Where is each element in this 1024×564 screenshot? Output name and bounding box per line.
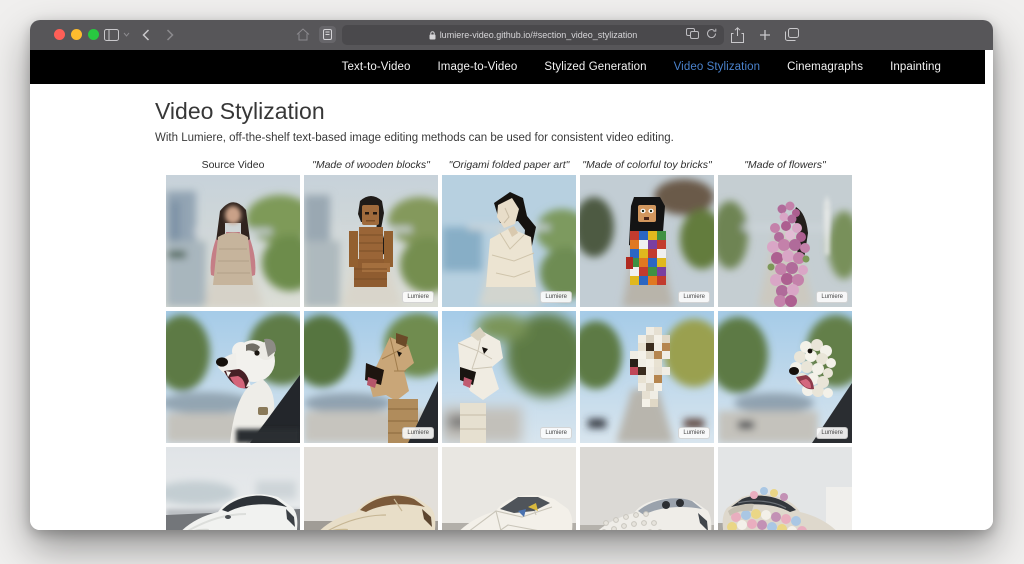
video-dog-wooden-blocks[interactable]: Lumiere <box>304 311 438 443</box>
lock-icon <box>429 31 436 40</box>
video-dog-origami[interactable]: Lumiere <box>442 311 576 443</box>
tab-overview-icon[interactable] <box>785 28 799 41</box>
reload-icon[interactable] <box>706 28 717 41</box>
column-header-origami: "Origami folded paper art" <box>442 159 576 171</box>
lumiere-watermark: Lumiere <box>816 291 848 303</box>
column-header-toy-bricks: "Made of colorful toy bricks" <box>580 159 714 171</box>
video-dog-toy-bricks[interactable]: Lumiere <box>580 311 714 443</box>
lumiere-watermark: Lumiere <box>678 427 710 439</box>
page-content: Video Stylization With Lumiere, off-the-… <box>30 84 993 530</box>
nav-tab-cinemagraphs[interactable]: Cinemagraphs <box>787 61 863 73</box>
close-window-button[interactable] <box>54 29 65 40</box>
column-header-flowers: "Made of flowers" <box>718 159 852 171</box>
address-bar[interactable]: lumiere-video.github.io/#section_video_s… <box>342 25 724 45</box>
video-woman-wooden-blocks[interactable]: Lumiere <box>304 175 438 307</box>
nav-tab-stylized-generation[interactable]: Stylized Generation <box>544 61 646 73</box>
back-button[interactable] <box>142 29 150 41</box>
nav-tab-text-to-video[interactable]: Text-to-Video <box>342 61 411 73</box>
video-car-source[interactable] <box>166 447 300 530</box>
column-header-source: Source Video <box>166 159 300 171</box>
column-header-wooden-blocks: "Made of wooden blocks" <box>304 159 438 171</box>
lumiere-watermark: Lumiere <box>402 291 434 303</box>
video-woman-toy-bricks[interactable]: Lumiere <box>580 175 714 307</box>
page-title: Video Stylization <box>30 84 993 125</box>
url-text: lumiere-video.github.io/#section_video_s… <box>440 30 638 40</box>
minimize-window-button[interactable] <box>71 29 82 40</box>
page-description: With Lumiere, off-the-shelf text-based i… <box>30 132 993 144</box>
stylization-grid: Source Video "Made of wooden blocks" "Or… <box>166 159 852 530</box>
titlebar: lumiere-video.github.io/#section_video_s… <box>30 20 993 50</box>
site-navigation: Text-to-Video Image-to-Video Stylized Ge… <box>30 50 985 84</box>
page-options-icon[interactable] <box>686 28 699 41</box>
video-dog-source[interactable] <box>166 311 300 443</box>
lumiere-watermark: Lumiere <box>540 291 572 303</box>
video-dog-flowers[interactable]: Lumiere <box>718 311 852 443</box>
zoom-window-button[interactable] <box>88 29 99 40</box>
video-car-toy-bricks[interactable]: Lumiere <box>580 447 714 530</box>
nav-tab-video-stylization[interactable]: Video Stylization <box>674 61 761 73</box>
new-tab-icon[interactable] <box>759 29 771 41</box>
home-icon[interactable] <box>296 28 310 41</box>
video-car-wooden-blocks[interactable]: Lumiere <box>304 447 438 530</box>
video-woman-source[interactable] <box>166 175 300 307</box>
nav-tab-inpainting[interactable]: Inpainting <box>890 61 941 73</box>
sidebar-toggle-icon[interactable] <box>104 29 119 41</box>
video-woman-flowers[interactable]: Lumiere <box>718 175 852 307</box>
video-car-flowers[interactable]: Lumiere <box>718 447 852 530</box>
lumiere-watermark: Lumiere <box>540 427 572 439</box>
lumiere-watermark: Lumiere <box>402 427 434 439</box>
extension-icon[interactable] <box>319 26 336 43</box>
forward-button[interactable] <box>166 29 174 41</box>
chevron-down-icon[interactable] <box>123 32 130 37</box>
lumiere-watermark: Lumiere <box>678 291 710 303</box>
lumiere-watermark: Lumiere <box>816 427 848 439</box>
browser-window: lumiere-video.github.io/#section_video_s… <box>30 20 993 530</box>
video-car-origami[interactable]: Lumiere <box>442 447 576 530</box>
nav-tab-image-to-video[interactable]: Image-to-Video <box>438 61 518 73</box>
share-icon[interactable] <box>731 27 744 43</box>
video-woman-origami[interactable]: Lumiere <box>442 175 576 307</box>
